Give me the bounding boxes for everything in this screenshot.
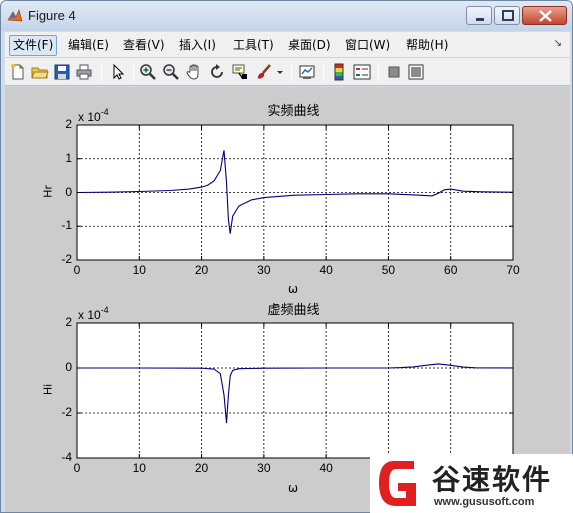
watermark-url: www.gususoft.com — [434, 496, 535, 508]
watermark: 谷速软件 www.gususoft.com — [370, 454, 573, 513]
watermark-brand: 谷速软件 — [432, 463, 553, 496]
plots-layer — [76, 124, 514, 459]
gusu-logo — [379, 461, 416, 506]
plot2-axes-background — [77, 323, 513, 458]
